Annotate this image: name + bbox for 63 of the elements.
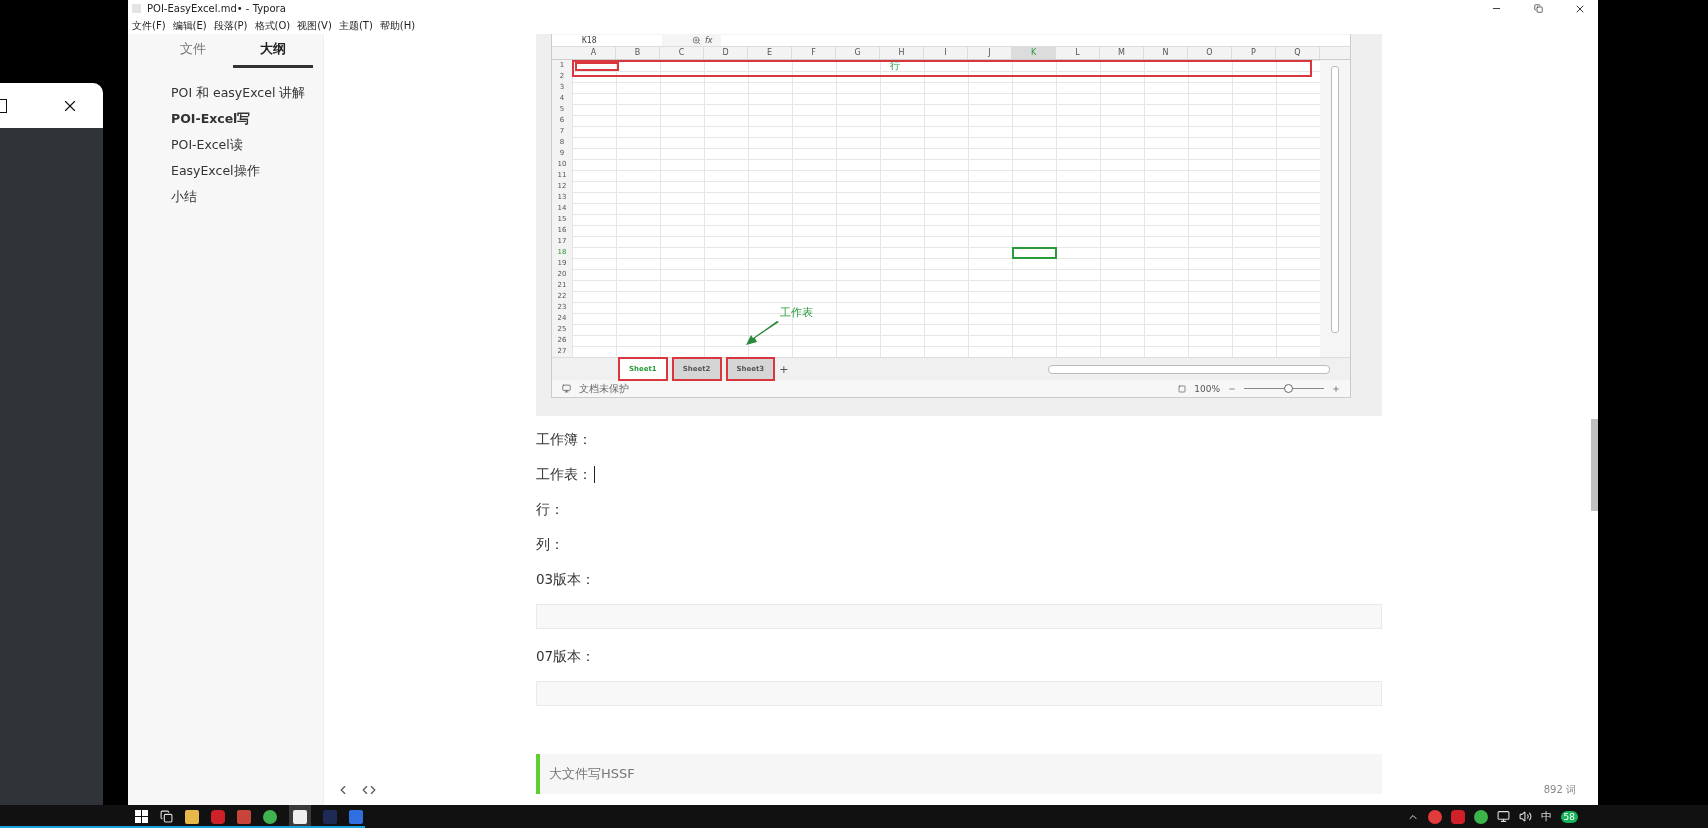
column-header: D [704,47,748,59]
column-header: E [748,47,792,59]
app-icon [132,4,141,13]
zoom-level: 100% [1194,383,1220,394]
name-box: K18 [552,34,662,46]
sidebar-tab[interactable]: 文件 [153,40,233,68]
view-icon [1178,384,1187,393]
outline-item[interactable]: POI-Excel写 [171,109,323,128]
outline-item[interactable]: EasyExcel操作 [171,161,323,180]
word-count: 892 词 [1543,783,1576,797]
menu-item[interactable]: 主题(T) [338,18,373,33]
menu-item[interactable]: 视图(V) [297,18,332,33]
sheet-label: 工作表 [780,305,813,320]
menu-item[interactable]: 帮助(H) [379,18,416,33]
add-sheet-button[interactable]: + [779,362,789,376]
menu-item[interactable]: 段落(P) [213,18,248,33]
column-header: M [1100,47,1144,59]
selected-cell [1012,247,1057,259]
pointer-arrow [745,320,781,346]
task-view-icon[interactable] [160,810,173,823]
paragraph-text: 工作表： [536,465,592,484]
outline-item[interactable]: 小结 [171,187,323,206]
column-header: B [616,47,660,59]
menu-item[interactable]: 格式(O) [254,18,291,33]
cell-highlight [575,62,619,71]
paragraph-text: 07版本： [536,647,596,666]
sidebar-tab[interactable]: 大纲 [233,40,313,68]
column-header: I [924,47,968,59]
protection-status: 文档未保护 [579,381,629,396]
windows-logo-icon[interactable] [135,810,148,823]
outline-item[interactable]: POI-Excel读 [171,135,323,154]
blockquote: 大文件写HSSF [536,754,1382,794]
column-header: L [1056,47,1100,59]
column-header: F [792,47,836,59]
input-method[interactable]: 中 [1540,809,1552,824]
zoom-in-icon [1332,384,1340,393]
column-header: A [572,47,616,59]
scrollbar-thumb[interactable] [1591,419,1598,511]
column-header: Q [1276,47,1320,59]
column-header: O [1188,47,1232,59]
paragraph-text: 03版本： [536,570,596,589]
outline-item[interactable]: POI 和 easyExcel 讲解 [171,83,323,102]
paragraph-text: 列： [536,535,564,554]
zoom-icon [692,35,701,45]
menu-item[interactable]: 文件(F) [132,18,166,33]
source-code-icon[interactable] [362,783,376,797]
network-icon[interactable] [1496,810,1510,823]
volume-icon[interactable] [1518,810,1532,823]
maximize-icon[interactable] [0,98,7,113]
column-header: N [1144,47,1188,59]
column-header: G [836,47,880,59]
display-icon [562,384,571,393]
restore-icon[interactable] [1533,4,1543,13]
formula-label: fx [705,35,713,45]
column-header: P [1232,47,1276,59]
row-label: 行 [890,59,900,73]
menu-item[interactable]: 编辑(E) [172,18,207,33]
window-title: POI-EasyExcel.md• - Typora [147,3,287,14]
column-header: H [880,47,924,59]
paragraph-text: 工作簿： [536,430,592,449]
column-header: C [660,47,704,59]
paragraph-text: 行： [536,500,564,519]
column-header: K [1012,47,1056,59]
